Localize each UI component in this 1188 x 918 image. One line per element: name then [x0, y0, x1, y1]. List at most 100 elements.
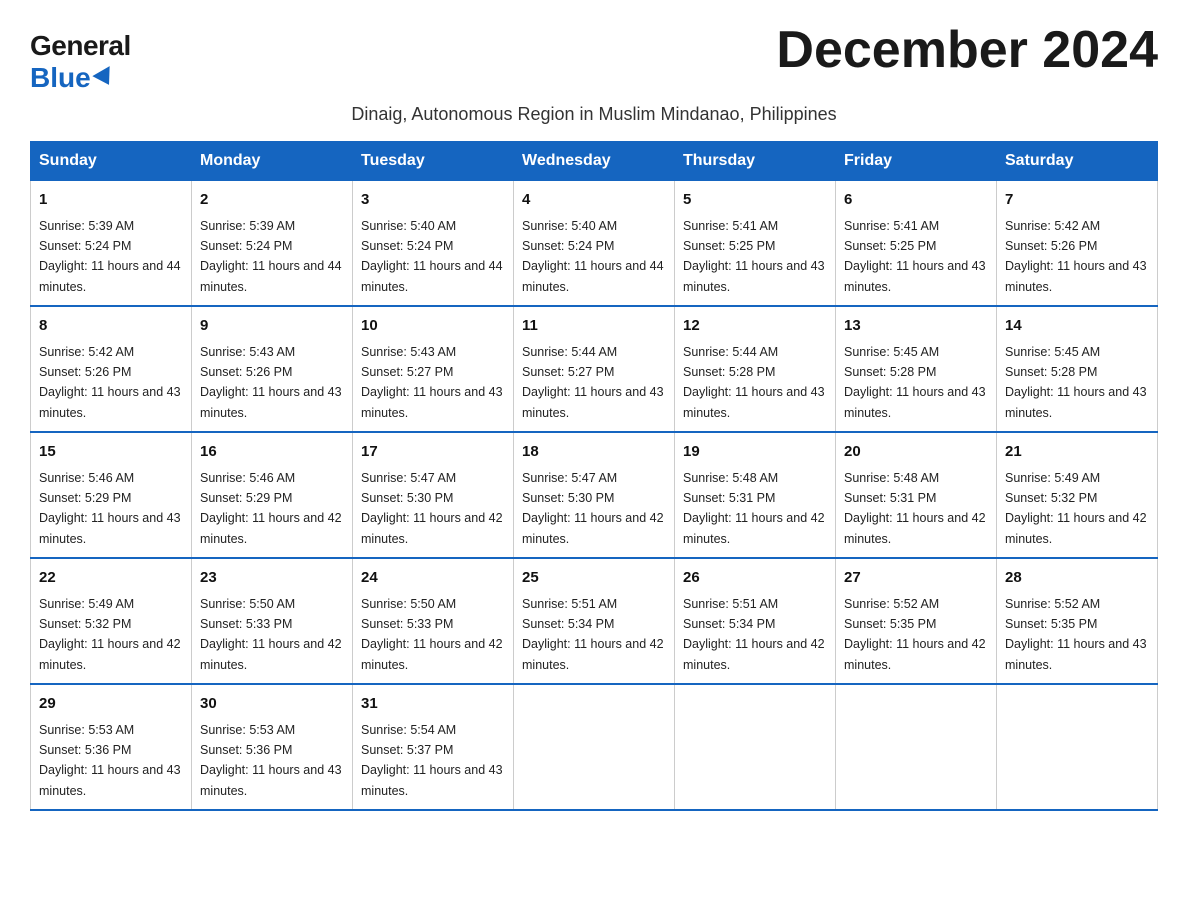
- month-title: December 2024: [776, 20, 1158, 80]
- day-number: 27: [844, 567, 988, 590]
- logo-triangle-icon: [92, 66, 117, 90]
- day-info: Sunrise: 5:40 AMSunset: 5:24 PMDaylight:…: [522, 219, 664, 294]
- day-number: 28: [1005, 567, 1149, 590]
- day-info: Sunrise: 5:40 AMSunset: 5:24 PMDaylight:…: [361, 219, 503, 294]
- day-number: 14: [1005, 315, 1149, 338]
- subtitle: Dinaig, Autonomous Region in Muslim Mind…: [30, 104, 1158, 125]
- day-info: Sunrise: 5:42 AMSunset: 5:26 PMDaylight:…: [39, 345, 181, 420]
- calendar-day-cell: 2 Sunrise: 5:39 AMSunset: 5:24 PMDayligh…: [192, 181, 353, 307]
- calendar-body: 1 Sunrise: 5:39 AMSunset: 5:24 PMDayligh…: [31, 181, 1158, 811]
- day-info: Sunrise: 5:53 AMSunset: 5:36 PMDaylight:…: [39, 723, 181, 798]
- day-info: Sunrise: 5:39 AMSunset: 5:24 PMDaylight:…: [200, 219, 342, 294]
- day-number: 1: [39, 189, 183, 212]
- logo: General Blue: [30, 20, 131, 94]
- day-number: 25: [522, 567, 666, 590]
- day-info: Sunrise: 5:42 AMSunset: 5:26 PMDaylight:…: [1005, 219, 1147, 294]
- calendar-day-cell: 5 Sunrise: 5:41 AMSunset: 5:25 PMDayligh…: [675, 181, 836, 307]
- day-number: 5: [683, 189, 827, 212]
- day-number: 29: [39, 693, 183, 716]
- calendar-day-cell: 27 Sunrise: 5:52 AMSunset: 5:35 PMDaylig…: [836, 558, 997, 684]
- day-info: Sunrise: 5:44 AMSunset: 5:28 PMDaylight:…: [683, 345, 825, 420]
- logo-general: General: [30, 30, 131, 62]
- day-number: 30: [200, 693, 344, 716]
- calendar-header-row: SundayMondayTuesdayWednesdayThursdayFrid…: [31, 142, 1158, 181]
- calendar-day-cell: 24 Sunrise: 5:50 AMSunset: 5:33 PMDaylig…: [353, 558, 514, 684]
- calendar-day-cell: 18 Sunrise: 5:47 AMSunset: 5:30 PMDaylig…: [514, 432, 675, 558]
- day-info: Sunrise: 5:44 AMSunset: 5:27 PMDaylight:…: [522, 345, 664, 420]
- day-number: 10: [361, 315, 505, 338]
- calendar-day-cell: 14 Sunrise: 5:45 AMSunset: 5:28 PMDaylig…: [997, 306, 1158, 432]
- calendar-week-row: 15 Sunrise: 5:46 AMSunset: 5:29 PMDaylig…: [31, 432, 1158, 558]
- calendar-day-cell: [997, 684, 1158, 810]
- calendar-day-cell: 20 Sunrise: 5:48 AMSunset: 5:31 PMDaylig…: [836, 432, 997, 558]
- day-info: Sunrise: 5:39 AMSunset: 5:24 PMDaylight:…: [39, 219, 181, 294]
- day-number: 9: [200, 315, 344, 338]
- day-of-week-header: Thursday: [675, 142, 836, 181]
- calendar-day-cell: [514, 684, 675, 810]
- day-of-week-header: Sunday: [31, 142, 192, 181]
- day-info: Sunrise: 5:41 AMSunset: 5:25 PMDaylight:…: [683, 219, 825, 294]
- day-info: Sunrise: 5:52 AMSunset: 5:35 PMDaylight:…: [844, 597, 986, 672]
- day-info: Sunrise: 5:54 AMSunset: 5:37 PMDaylight:…: [361, 723, 503, 798]
- day-number: 19: [683, 441, 827, 464]
- calendar-day-cell: 30 Sunrise: 5:53 AMSunset: 5:36 PMDaylig…: [192, 684, 353, 810]
- day-info: Sunrise: 5:48 AMSunset: 5:31 PMDaylight:…: [844, 471, 986, 546]
- day-number: 6: [844, 189, 988, 212]
- day-info: Sunrise: 5:50 AMSunset: 5:33 PMDaylight:…: [361, 597, 503, 672]
- day-info: Sunrise: 5:45 AMSunset: 5:28 PMDaylight:…: [844, 345, 986, 420]
- day-number: 31: [361, 693, 505, 716]
- day-info: Sunrise: 5:51 AMSunset: 5:34 PMDaylight:…: [522, 597, 664, 672]
- day-info: Sunrise: 5:48 AMSunset: 5:31 PMDaylight:…: [683, 471, 825, 546]
- day-number: 22: [39, 567, 183, 590]
- day-number: 2: [200, 189, 344, 212]
- day-of-week-header: Monday: [192, 142, 353, 181]
- day-info: Sunrise: 5:53 AMSunset: 5:36 PMDaylight:…: [200, 723, 342, 798]
- day-number: 11: [522, 315, 666, 338]
- day-info: Sunrise: 5:49 AMSunset: 5:32 PMDaylight:…: [39, 597, 181, 672]
- day-number: 26: [683, 567, 827, 590]
- day-info: Sunrise: 5:46 AMSunset: 5:29 PMDaylight:…: [39, 471, 181, 546]
- day-number: 7: [1005, 189, 1149, 212]
- day-number: 15: [39, 441, 183, 464]
- day-number: 18: [522, 441, 666, 464]
- calendar-day-cell: 31 Sunrise: 5:54 AMSunset: 5:37 PMDaylig…: [353, 684, 514, 810]
- day-info: Sunrise: 5:43 AMSunset: 5:27 PMDaylight:…: [361, 345, 503, 420]
- calendar-day-cell: 17 Sunrise: 5:47 AMSunset: 5:30 PMDaylig…: [353, 432, 514, 558]
- calendar-day-cell: 23 Sunrise: 5:50 AMSunset: 5:33 PMDaylig…: [192, 558, 353, 684]
- calendar-day-cell: 10 Sunrise: 5:43 AMSunset: 5:27 PMDaylig…: [353, 306, 514, 432]
- day-of-week-header: Saturday: [997, 142, 1158, 181]
- calendar-day-cell: 16 Sunrise: 5:46 AMSunset: 5:29 PMDaylig…: [192, 432, 353, 558]
- calendar-day-cell: 3 Sunrise: 5:40 AMSunset: 5:24 PMDayligh…: [353, 181, 514, 307]
- calendar-day-cell: 15 Sunrise: 5:46 AMSunset: 5:29 PMDaylig…: [31, 432, 192, 558]
- day-info: Sunrise: 5:41 AMSunset: 5:25 PMDaylight:…: [844, 219, 986, 294]
- calendar-day-cell: [836, 684, 997, 810]
- calendar-day-cell: 7 Sunrise: 5:42 AMSunset: 5:26 PMDayligh…: [997, 181, 1158, 307]
- calendar-week-row: 22 Sunrise: 5:49 AMSunset: 5:32 PMDaylig…: [31, 558, 1158, 684]
- calendar-day-cell: 19 Sunrise: 5:48 AMSunset: 5:31 PMDaylig…: [675, 432, 836, 558]
- calendar-day-cell: 28 Sunrise: 5:52 AMSunset: 5:35 PMDaylig…: [997, 558, 1158, 684]
- calendar-day-cell: 29 Sunrise: 5:53 AMSunset: 5:36 PMDaylig…: [31, 684, 192, 810]
- calendar-table: SundayMondayTuesdayWednesdayThursdayFrid…: [30, 141, 1158, 811]
- calendar-day-cell: 25 Sunrise: 5:51 AMSunset: 5:34 PMDaylig…: [514, 558, 675, 684]
- day-info: Sunrise: 5:43 AMSunset: 5:26 PMDaylight:…: [200, 345, 342, 420]
- calendar-day-cell: 1 Sunrise: 5:39 AMSunset: 5:24 PMDayligh…: [31, 181, 192, 307]
- logo-blue: Blue: [30, 62, 115, 94]
- day-info: Sunrise: 5:52 AMSunset: 5:35 PMDaylight:…: [1005, 597, 1147, 672]
- day-number: 23: [200, 567, 344, 590]
- day-number: 4: [522, 189, 666, 212]
- calendar-day-cell: [675, 684, 836, 810]
- calendar-day-cell: 22 Sunrise: 5:49 AMSunset: 5:32 PMDaylig…: [31, 558, 192, 684]
- day-number: 20: [844, 441, 988, 464]
- calendar-day-cell: 11 Sunrise: 5:44 AMSunset: 5:27 PMDaylig…: [514, 306, 675, 432]
- calendar-day-cell: 12 Sunrise: 5:44 AMSunset: 5:28 PMDaylig…: [675, 306, 836, 432]
- day-info: Sunrise: 5:49 AMSunset: 5:32 PMDaylight:…: [1005, 471, 1147, 546]
- day-info: Sunrise: 5:50 AMSunset: 5:33 PMDaylight:…: [200, 597, 342, 672]
- day-of-week-header: Tuesday: [353, 142, 514, 181]
- calendar-day-cell: 21 Sunrise: 5:49 AMSunset: 5:32 PMDaylig…: [997, 432, 1158, 558]
- day-of-week-header: Friday: [836, 142, 997, 181]
- day-info: Sunrise: 5:51 AMSunset: 5:34 PMDaylight:…: [683, 597, 825, 672]
- calendar-day-cell: 8 Sunrise: 5:42 AMSunset: 5:26 PMDayligh…: [31, 306, 192, 432]
- day-info: Sunrise: 5:47 AMSunset: 5:30 PMDaylight:…: [522, 471, 664, 546]
- day-info: Sunrise: 5:45 AMSunset: 5:28 PMDaylight:…: [1005, 345, 1147, 420]
- header: General Blue December 2024: [30, 20, 1158, 94]
